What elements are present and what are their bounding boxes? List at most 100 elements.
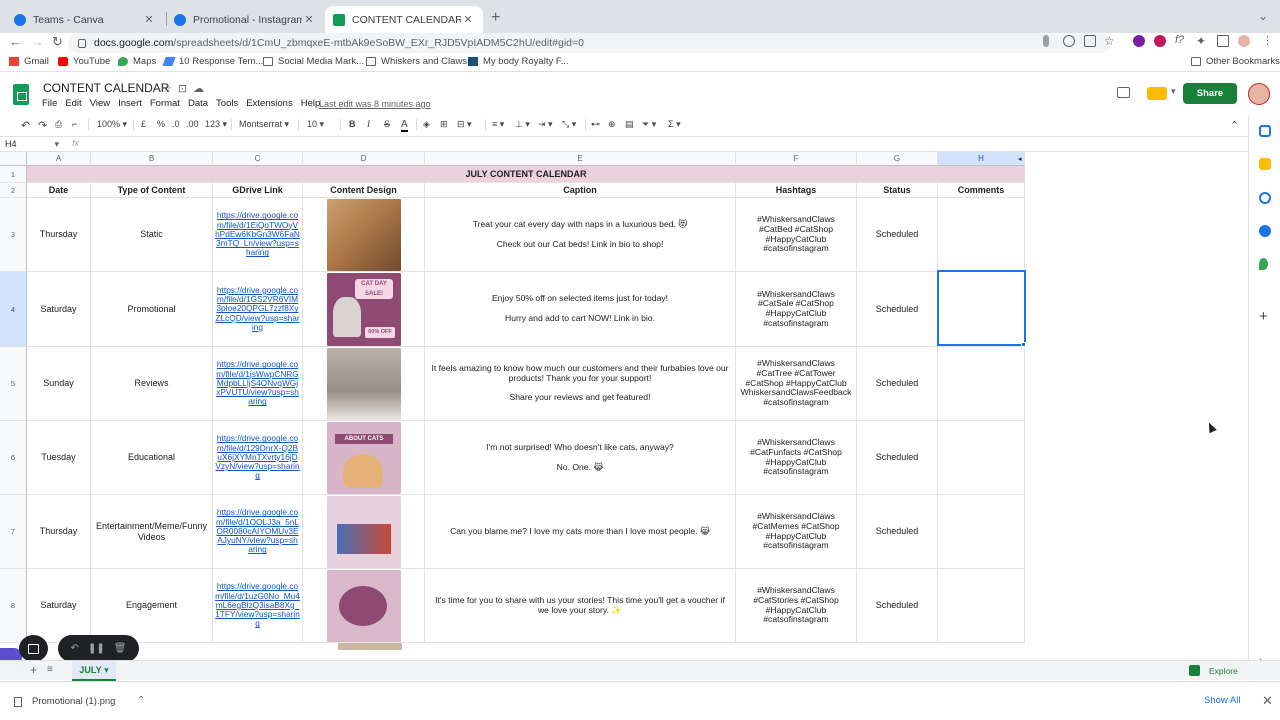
header-comments[interactable]: Comments xyxy=(938,183,1025,198)
document-title[interactable]: CONTENT CALENDAR xyxy=(43,81,169,95)
cat-day-sale-graphic[interactable]: CAT DAY SALE! 60% OFF xyxy=(327,273,401,346)
active-cell-selection[interactable] xyxy=(937,270,1026,346)
row-header[interactable]: 6 xyxy=(0,421,27,495)
column-header-d[interactable]: D xyxy=(303,152,425,166)
header-hashtags[interactable]: Hashtags xyxy=(736,183,857,198)
header-caption[interactable]: Caption xyxy=(425,183,736,198)
bookmark-star-icon[interactable]: ☆ xyxy=(1104,34,1115,48)
row-header[interactable]: 4 xyxy=(0,272,27,347)
type-cell[interactable]: Reviews xyxy=(91,347,213,421)
share-page-icon[interactable] xyxy=(1084,35,1096,47)
new-tab-icon[interactable]: + xyxy=(491,9,500,27)
cat-meme-graphic[interactable] xyxy=(327,496,401,568)
add-sheet-icon[interactable]: + xyxy=(30,663,37,677)
status-cell[interactable]: Scheduled xyxy=(857,421,938,495)
bookmark-youtube[interactable]: YouTube xyxy=(58,56,110,67)
type-cell[interactable]: Static xyxy=(91,198,213,272)
puzzle-extensions-icon[interactable]: ✦ xyxy=(1196,34,1206,48)
column-header-c[interactable]: C xyxy=(213,152,303,166)
about-cats-graphic[interactable]: ABOUT CATS xyxy=(327,422,401,494)
hashtags-cell[interactable]: #WhiskersandClaws #CatMemes #CatShop #Ha… xyxy=(736,495,857,569)
text-rotation-icon[interactable]: ⤡ ▾ xyxy=(562,119,576,130)
show-all-downloads-button[interactable]: Show All xyxy=(1204,695,1240,706)
download-item[interactable]: Promotional (1).png xyxy=(14,696,115,707)
comments-cell[interactable] xyxy=(938,198,1025,272)
fill-handle[interactable] xyxy=(1021,342,1026,347)
percent-format-button[interactable]: % xyxy=(157,119,165,129)
extension-icon[interactable] xyxy=(1133,35,1145,47)
side-panel-icon[interactable] xyxy=(1217,35,1229,47)
row-header[interactable]: 2 xyxy=(0,183,27,198)
add-on-plus-icon[interactable]: + xyxy=(1259,308,1268,325)
browser-tab-canva[interactable]: Teams - Canva ✕ xyxy=(6,6,164,33)
menu-data[interactable]: Data xyxy=(188,98,208,109)
camera-recorder-icon[interactable] xyxy=(19,635,48,662)
bookmark-gmail[interactable]: Gmail xyxy=(9,56,49,67)
row-header[interactable]: 7 xyxy=(0,495,27,569)
extension-icon[interactable] xyxy=(1154,35,1166,47)
header-type[interactable]: Type of Content xyxy=(91,183,213,198)
print-icon[interactable]: ⎙ xyxy=(55,119,62,130)
cloud-status-icon[interactable]: ☁ xyxy=(193,83,210,95)
date-cell[interactable]: Sunday xyxy=(27,347,91,421)
row-header[interactable]: 3 xyxy=(0,198,27,272)
italic-button[interactable]: I xyxy=(367,119,370,129)
microphone-icon[interactable] xyxy=(1043,35,1049,47)
trash-icon[interactable]: 🗑 xyxy=(114,643,127,654)
column-header-a[interactable]: A xyxy=(27,152,91,166)
menu-edit[interactable]: Edit xyxy=(65,98,81,109)
other-bookmarks[interactable]: Other Bookmarks xyxy=(1191,56,1280,67)
column-header-g[interactable]: G xyxy=(857,152,938,166)
column-header-f[interactable]: F xyxy=(736,152,857,166)
menu-file[interactable]: File xyxy=(42,98,57,109)
row-header[interactable]: 8 xyxy=(0,569,27,643)
zoom-select[interactable]: 100% ▾ xyxy=(97,119,127,130)
comments-cell[interactable] xyxy=(938,495,1025,569)
collapse-toolbar-icon[interactable]: ⌃ xyxy=(1230,119,1239,132)
caption-cell[interactable]: Can you blame me? I love my cats more th… xyxy=(425,495,736,569)
caption-cell[interactable]: I'm not surprised! Who doesn't like cats… xyxy=(425,421,736,495)
insert-chart-icon[interactable]: ▤ xyxy=(625,119,634,130)
reload-icon[interactable]: ↻ xyxy=(52,34,63,50)
caption-cell[interactable]: It's time for you to share with us your … xyxy=(425,569,736,643)
gdrive-link-cell[interactable]: https://drive.google.com/file/d/1OOLJ3a_… xyxy=(213,495,303,569)
collapse-column-icon[interactable]: ◂ xyxy=(1018,155,1022,163)
undo-icon[interactable]: ↶ xyxy=(21,119,30,132)
header-content-design[interactable]: Content Design xyxy=(303,183,425,198)
status-cell[interactable]: Scheduled xyxy=(857,569,938,643)
pause-icon[interactable]: ❚❚ xyxy=(88,643,105,654)
insert-comment-icon[interactable]: ⊕ xyxy=(608,119,616,130)
text-color-button[interactable]: A xyxy=(401,119,408,132)
status-cell[interactable]: Scheduled xyxy=(857,347,938,421)
text-wrap-icon[interactable]: ⇥ ▾ xyxy=(538,119,553,130)
row-header[interactable]: 1 xyxy=(0,166,27,183)
browser-tab-instagram-post[interactable]: Promotional - Instagram Post ✕ xyxy=(166,6,324,33)
vertical-align-icon[interactable]: ⊥ ▾ xyxy=(515,119,530,130)
forward-arrow-icon[interactable]: → xyxy=(31,34,44,49)
number-format-select[interactable]: 123 ▾ xyxy=(205,119,227,130)
calendar-title-cell[interactable]: JULY CONTENT CALENDAR xyxy=(27,166,1025,183)
status-cell[interactable]: Scheduled xyxy=(857,198,938,272)
browser-tab-content-calendar[interactable]: CONTENT CALENDAR - Googl ✕ xyxy=(325,6,483,33)
account-avatar[interactable] xyxy=(1248,83,1270,105)
next-design-thumbnail[interactable] xyxy=(338,643,402,650)
paint-format-icon[interactable]: ⌐ xyxy=(72,119,77,129)
bookmark-my-body[interactable]: My body Royalty F... xyxy=(468,56,569,67)
caption-cell[interactable]: Treat your cat every day with naps in a … xyxy=(425,198,736,272)
cat-tree-photo[interactable] xyxy=(327,348,401,420)
move-icon[interactable]: ⊡ xyxy=(178,83,193,95)
header-date[interactable]: Date xyxy=(27,183,91,198)
bookmark-whiskers-and-claws[interactable]: Whiskers and Claws xyxy=(366,56,467,67)
address-bar[interactable]: docs.google.com/spreadsheets/d/1CmU_zbmq… xyxy=(68,33,1110,53)
menu-insert[interactable]: Insert xyxy=(118,98,142,109)
comment-history-icon[interactable] xyxy=(1117,87,1130,98)
comments-cell[interactable] xyxy=(938,421,1025,495)
maps-icon[interactable] xyxy=(1259,258,1268,270)
gdrive-link-cell[interactable]: https://drive.google.com/file/d/129DnrX-… xyxy=(213,421,303,495)
back-arrow-icon[interactable]: ← xyxy=(9,34,22,49)
bookmark-response-templates[interactable]: 10 Response Tem... xyxy=(162,56,263,67)
header-gdrive-link[interactable]: GDrive Link xyxy=(213,183,303,198)
zoom-icon[interactable] xyxy=(1063,35,1075,47)
comments-cell[interactable] xyxy=(938,347,1025,421)
name-box[interactable]: H4 ▾ xyxy=(5,139,59,150)
